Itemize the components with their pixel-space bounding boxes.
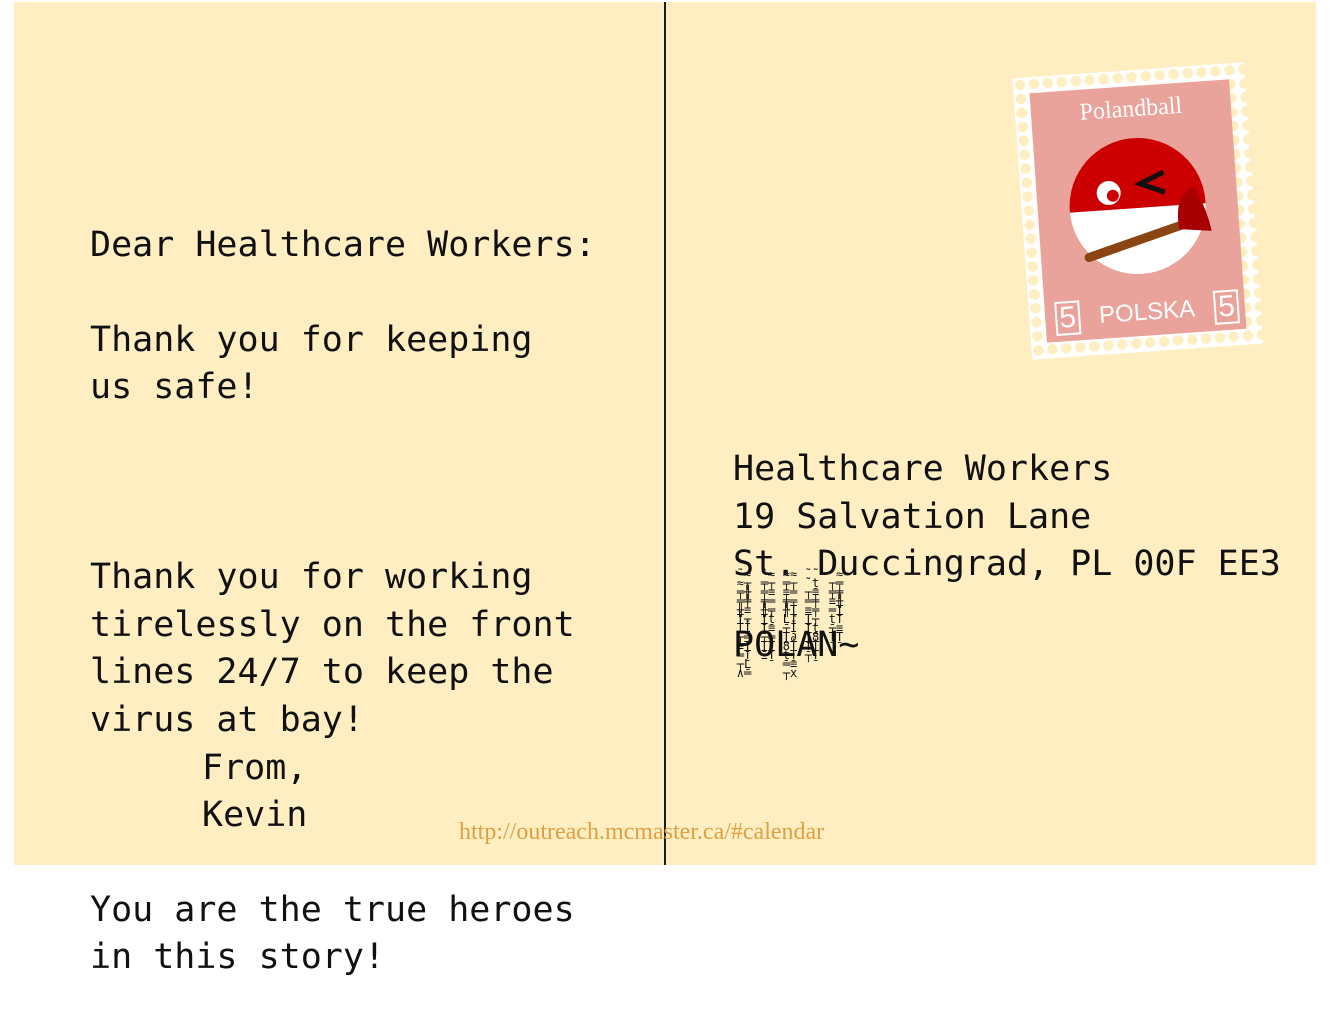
stamp-value-left: 5 [1054,300,1082,336]
stamp-country: POLSKA [1098,295,1196,329]
address-recipient: Healthcare Workers [733,449,1113,489]
signoff-line: From, [202,748,308,788]
footer-url: http://outreach.mcmaster.ca/#calendar [459,819,825,845]
signoff: From, Kevin [202,745,307,839]
postcard-divider [664,2,666,865]
zalgo-column: ≈≈╤┬≡═╪╤╫ƮḺṪ┬ĪṮ∂8ṪṯṮ═≡┬x [782,567,798,680]
stamp-face: Polandball 5 POLSKA 5 [1029,79,1247,343]
message-body: Dear Healthcare Workers: Thank you for k… [90,174,650,1029]
zalgo-column: ˆ≈┬═╤╪≡╫═ṮṯṪ┬≡ṮṮ [828,567,844,644]
stamp-value-right: 5 [1213,289,1241,325]
zalgo-glitch-text: ˜≈≈┬╤╫═╪╫≡Ṫ┬ṪĪ┬═≡Ṯ═Ṯ┬Ḻ∧═ ˆ≈╤┬═≡╪═╫╤ṮṯṮ≡┬… [733,567,863,790]
zalgo-column: ˜˜˜ṯ┬≡═╪≡╤Ṯ┬ṮṯṮ8ṮṪ┬Ṯ [804,567,820,662]
sender-name: Kevin [202,795,308,835]
address-street: 19 Salvation Lane [733,496,1092,537]
message-greeting: Dear Healthcare Workers: [90,224,596,265]
message-paragraph-1: Thank you for keeping us safe! [90,319,533,408]
message-paragraph-3: You are the true heroes in this story! [90,889,575,978]
message-paragraph-2: Thank you for working tirelessly on the … [90,557,575,740]
zalgo-column: ˜≈≈┬╤╫═╪╫≡Ṫ┬ṪĪ┬═≡Ṯ═Ṯ┬Ḻ∧═ [736,567,752,680]
postage-stamp: Polandball 5 POLSKA 5 [1012,62,1264,360]
zalgo-column: ˆ≈╤┬═≡╪═╫╤ṮṯṮ≡┬═ṮṮΞṮ [760,567,776,662]
